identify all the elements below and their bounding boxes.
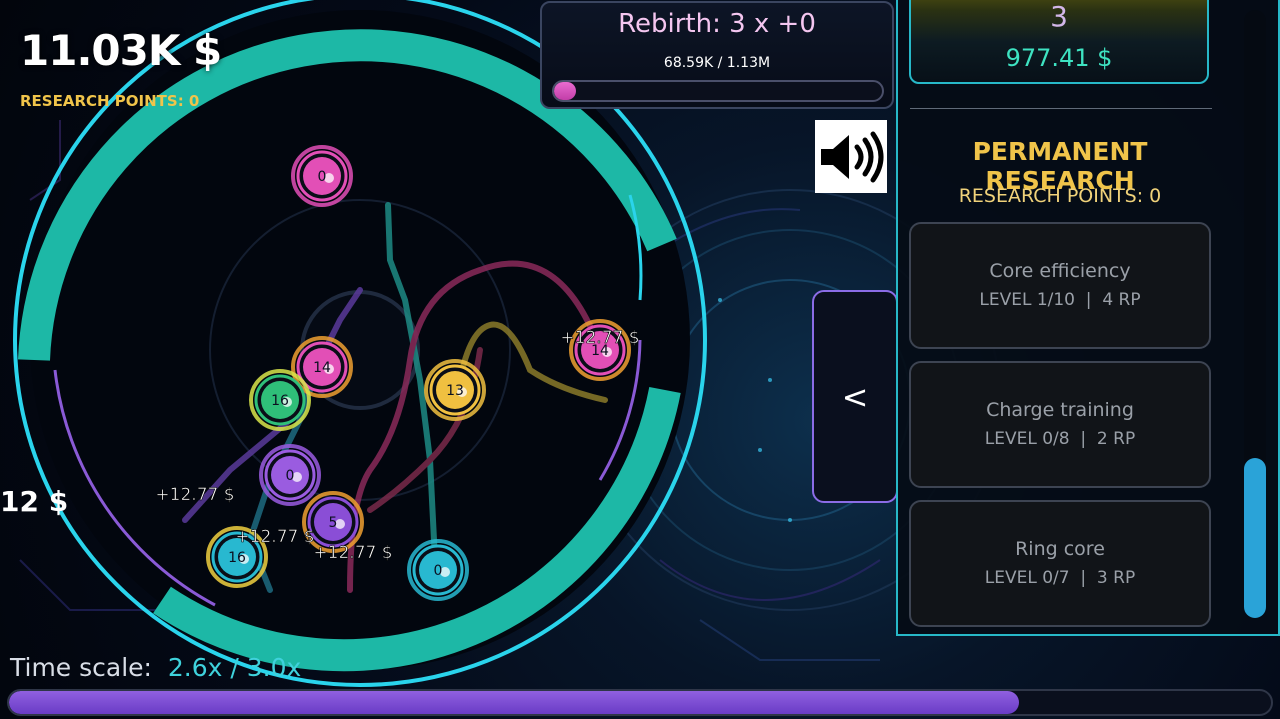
sound-toggle-button[interactable] xyxy=(815,120,887,193)
research-panel: 3 977.41 $ PERMANENT RESEARCH RESEARCH P… xyxy=(896,0,1280,636)
panel-top-card-money: 977.41 $ xyxy=(1005,44,1113,72)
research-card-title: Core efficiency xyxy=(989,260,1131,282)
ball: 0 xyxy=(407,539,469,601)
ball-label: 0 xyxy=(318,169,327,185)
research-card-title: Ring core xyxy=(1015,538,1105,560)
collapse-panel-button[interactable]: < xyxy=(812,290,898,503)
rebirth-panel[interactable]: Rebirth: 3 x +0 68.59K / 1.13M xyxy=(540,1,894,109)
rebirth-title: Rebirth: 3 x +0 xyxy=(618,9,816,39)
panel-divider xyxy=(910,108,1212,109)
rebirth-progress-bar xyxy=(552,80,884,102)
research-card-title: Charge training xyxy=(986,399,1134,421)
time-scale-slider[interactable] xyxy=(7,689,1273,716)
research-points-counter: RESEARCH POINTS: 0 xyxy=(20,92,200,110)
panel-research-points: RESEARCH POINTS: 0 xyxy=(958,185,1162,207)
ball: 16 xyxy=(249,369,311,431)
research-card-level: LEVEL 0/8 | 2 RP xyxy=(984,429,1136,449)
time-scale-value: 2.6x / 3.0x xyxy=(167,653,302,682)
money-popup: +12.77 $ xyxy=(313,543,392,563)
panel-scrollbar-thumb[interactable] xyxy=(1244,458,1266,618)
speaker-icon xyxy=(821,131,884,182)
research-card-level: LEVEL 1/10 | 4 RP xyxy=(979,290,1141,310)
ball: 0 xyxy=(259,444,321,506)
time-scale-label: Time scale: 2.6x / 3.0x xyxy=(10,653,301,682)
panel-top-card-number: 3 xyxy=(1050,0,1068,33)
rebirth-progress-text: 68.59K / 1.13M xyxy=(663,55,771,71)
time-scale-fill xyxy=(9,691,1019,714)
ball-label: 0 xyxy=(434,563,443,579)
ball-label: 16 xyxy=(271,393,289,409)
money-popup: +12.77 $ xyxy=(560,328,639,348)
rebirth-progress-fill xyxy=(554,82,577,100)
ball-label: 13 xyxy=(446,383,464,399)
research-card-core-efficiency[interactable]: Core efficiency LEVEL 1/10 | 4 RP xyxy=(909,222,1211,349)
ball-label: 0 xyxy=(286,468,295,484)
ball-label: 16 xyxy=(228,550,246,566)
money-popup: +12.77 $ xyxy=(235,527,314,547)
panel-top-card[interactable]: 3 977.41 $ xyxy=(909,0,1209,84)
money-counter: 11.03K $ xyxy=(20,26,222,75)
cut-off-money-label: 12 $ xyxy=(0,485,69,518)
ball-label: 14 xyxy=(313,360,331,376)
ball: 13 xyxy=(424,359,486,421)
ball-label: 5 xyxy=(329,515,338,531)
research-card-charge-training[interactable]: Charge training LEVEL 0/8 | 2 RP xyxy=(909,361,1211,488)
time-scale-text: Time scale: xyxy=(10,653,152,682)
ball: 0 xyxy=(291,145,353,207)
money-popup: +12.77 $ xyxy=(155,485,234,505)
research-card-ring-core[interactable]: Ring core LEVEL 0/7 | 3 RP xyxy=(909,500,1211,627)
research-card-level: LEVEL 0/7 | 3 RP xyxy=(984,568,1136,588)
